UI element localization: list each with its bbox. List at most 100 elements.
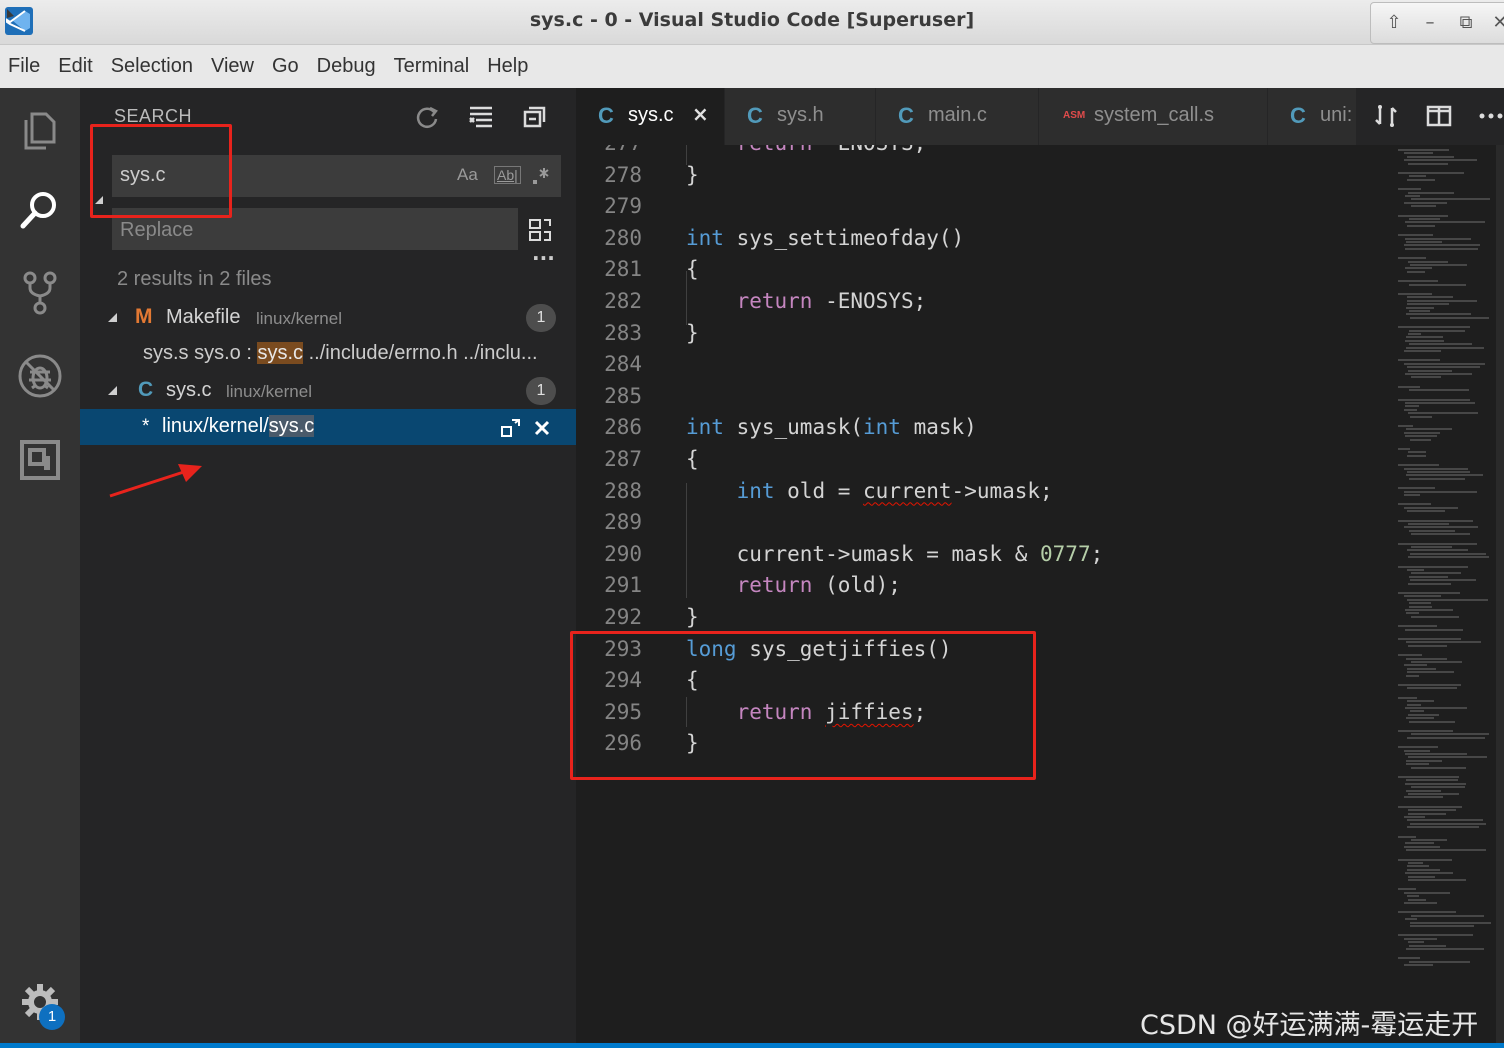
- minimap-line: [1410, 921, 1491, 924]
- minimap-line: [1409, 218, 1440, 220]
- match-case-toggle[interactable]: Aa: [457, 165, 478, 185]
- minimap-line: [1398, 565, 1468, 568]
- dismiss-icon[interactable]: [533, 419, 551, 437]
- restore-up-icon[interactable]: ⇧: [1383, 12, 1405, 34]
- search-icon[interactable]: [16, 186, 64, 234]
- source-control-icon[interactable]: [16, 268, 64, 316]
- minimap-line: [1398, 638, 1461, 640]
- split-editor-icon[interactable]: [1425, 102, 1453, 130]
- menu-help[interactable]: Help: [478, 45, 537, 78]
- minimap-line: [1398, 214, 1448, 217]
- minimap-line: [1398, 503, 1431, 506]
- minimap-line: [1407, 303, 1449, 306]
- minimap-line: [1404, 431, 1440, 434]
- minimap-line: [1405, 753, 1467, 755]
- tab-sys-c[interactable]: C sys.c ×: [576, 88, 725, 145]
- menu-terminal[interactable]: Terminal: [385, 45, 479, 78]
- minimap-line: [1404, 494, 1420, 496]
- debug-icon[interactable]: [16, 352, 64, 400]
- minimap-line: [1406, 717, 1434, 720]
- minimap-line: [1410, 264, 1467, 266]
- vertical-scrollbar[interactable]: [1496, 145, 1504, 1043]
- extensions-icon[interactable]: [16, 436, 64, 484]
- minimap-line: [1404, 362, 1485, 365]
- status-bar: [0, 1043, 1504, 1048]
- minimap-line: [1398, 398, 1470, 401]
- tab-main-c[interactable]: C main.c: [876, 88, 1039, 145]
- line-number: 289: [604, 510, 642, 535]
- menu-view[interactable]: View: [202, 45, 263, 78]
- minimap-line: [1408, 556, 1489, 559]
- match-after: ../include/errno.h ../inclu...: [303, 342, 538, 364]
- close-button[interactable]: ✕: [1489, 12, 1504, 34]
- minimap-line: [1406, 641, 1481, 644]
- minimap-line: [1408, 333, 1421, 335]
- menu-debug[interactable]: Debug: [308, 45, 385, 78]
- minimap-line: [1407, 569, 1424, 571]
- minimap-line: [1404, 350, 1441, 352]
- minimap-line: [1398, 835, 1416, 838]
- minimap-line: [1408, 812, 1446, 815]
- minimap-line: [1410, 925, 1474, 927]
- tab-system-call-s[interactable]: ASM system_call.s: [1039, 88, 1268, 145]
- minimap-line: [1398, 448, 1410, 450]
- menu-selection[interactable]: Selection: [102, 45, 202, 78]
- line-number: 280: [604, 225, 642, 250]
- minimap-line: [1404, 816, 1425, 818]
- minimap-line: [1405, 247, 1478, 250]
- replace-all-icon[interactable]: [526, 216, 554, 244]
- tab-sys-h[interactable]: C sys.h: [725, 88, 876, 145]
- minimap-line: [1408, 793, 1459, 795]
- regex-icon[interactable]: [530, 165, 552, 187]
- replace-icon[interactable]: [500, 417, 522, 439]
- minimap-line: [1404, 664, 1427, 667]
- expanded-chevron-icon[interactable]: [108, 386, 117, 395]
- minimap-line: [1404, 490, 1477, 493]
- code-line: }: [686, 320, 699, 345]
- line-number: 282: [604, 289, 642, 313]
- maximize-button[interactable]: ⧉: [1455, 12, 1477, 34]
- menu-file[interactable]: File: [0, 45, 49, 78]
- minimap[interactable]: [1394, 145, 1504, 1043]
- tab-unistd[interactable]: C uni:: [1268, 88, 1357, 145]
- minimap-line: [1404, 964, 1433, 967]
- minimap-line: [1405, 609, 1453, 611]
- minimap-line: [1409, 389, 1469, 392]
- minimap-line: [1405, 707, 1467, 709]
- code-editor[interactable]: 277 return -ENOSYS; 278} 279 280 int sys_set…: [576, 145, 1394, 1043]
- minimap-line: [1404, 152, 1433, 155]
- expanded-chevron-icon[interactable]: [108, 313, 117, 322]
- whole-word-toggle[interactable]: Ab|: [494, 166, 521, 184]
- minimap-line: [1406, 241, 1442, 243]
- explorer-icon[interactable]: [16, 106, 64, 154]
- menu-go[interactable]: Go: [263, 45, 308, 78]
- line-number: 281: [604, 257, 642, 282]
- line-number: 290: [604, 541, 642, 566]
- refresh-icon[interactable]: [412, 102, 442, 132]
- result-count-badge: 1: [526, 377, 556, 405]
- result-match-line[interactable]: sys.s sys.o : sys.c ../include/errno.h .…: [80, 336, 576, 372]
- clear-results-icon[interactable]: [466, 102, 496, 132]
- more-actions-icon[interactable]: ···: [532, 246, 555, 270]
- minimap-line: [1409, 477, 1465, 480]
- minimap-line: [1406, 789, 1441, 792]
- line-number: 285: [604, 383, 642, 408]
- minimap-line: [1405, 237, 1471, 240]
- tab-close-icon[interactable]: ×: [692, 102, 709, 126]
- minimap-line: [1406, 948, 1484, 950]
- result-match-line-selected[interactable]: * linux/kernel/sys.c: [80, 409, 576, 445]
- minimap-line: [1406, 336, 1443, 339]
- minimap-line: [1407, 703, 1421, 706]
- activity-bar: [0, 88, 80, 1043]
- open-changes-icon[interactable]: [1372, 102, 1400, 130]
- result-file-sys-c[interactable]: C sys.c linux/kernel 1: [80, 373, 576, 409]
- result-file-makefile[interactable]: M Makefile linux/kernel 1: [80, 300, 576, 336]
- menu-edit[interactable]: Edit: [49, 45, 101, 78]
- code-line: {: [686, 447, 699, 471]
- minimap-line: [1405, 782, 1466, 785]
- collapse-all-icon[interactable]: [519, 102, 549, 132]
- minimize-button[interactable]: –: [1419, 12, 1441, 34]
- minimap-line: [1409, 605, 1432, 608]
- match-highlight: sys.c: [257, 342, 304, 364]
- more-editor-actions-icon[interactable]: [1478, 102, 1504, 130]
